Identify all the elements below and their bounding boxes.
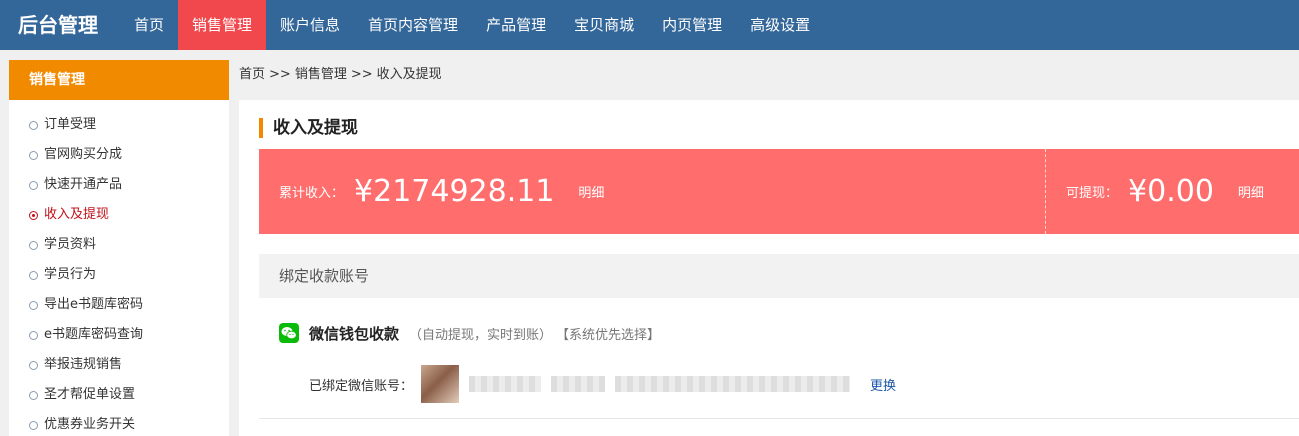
sidebar-item-label: 举报违规销售 bbox=[44, 357, 123, 372]
radio-dot-icon bbox=[29, 180, 38, 190]
sidebar-item-label: 导出e书题库密码 bbox=[44, 297, 143, 312]
bind-account-header: 绑定收款账号 bbox=[259, 254, 1299, 298]
breadcrumb-separator: >> bbox=[269, 67, 291, 82]
sidebar-item-label: 快速开通产品 bbox=[44, 177, 123, 192]
radio-dot-selected-icon bbox=[29, 210, 38, 220]
blurred-account-name bbox=[469, 376, 542, 392]
sidebar-item-label: e书题库密码查询 bbox=[44, 327, 143, 342]
sidebar-item-export-passwords[interactable]: 导出e书题库密码 bbox=[9, 290, 229, 320]
sidebar: 销售管理 订单受理 官网购买分成 快速开通产品 收入及提现 学员资料 学员行为 … bbox=[9, 60, 229, 436]
withdrawable-label: 可提现： bbox=[1066, 186, 1119, 201]
radio-dot-icon bbox=[29, 120, 38, 130]
radio-dot-icon bbox=[29, 420, 38, 430]
section-divider bbox=[259, 418, 1299, 419]
sidebar-item-promo-settings[interactable]: 圣才帮促单设置 bbox=[9, 380, 229, 410]
nav-item-home-content[interactable]: 首页内容管理 bbox=[354, 0, 472, 50]
change-account-link[interactable]: 更换 bbox=[870, 375, 896, 394]
sidebar-item-quick-activate[interactable]: 快速开通产品 bbox=[9, 170, 229, 200]
nav-item-products[interactable]: 产品管理 bbox=[472, 0, 560, 50]
main-panel: 收入及提现 累计收入： ¥2174928.11 明细 可提现： ¥0.00 明细… bbox=[239, 100, 1299, 436]
withdrawable-detail-link[interactable]: 明细 bbox=[1238, 182, 1264, 201]
sidebar-item-coupon-switch[interactable]: 优惠券业务开关 bbox=[9, 410, 229, 436]
sidebar-item-label: 学员资料 bbox=[44, 237, 97, 252]
total-income-value: ¥2174928.11 bbox=[354, 174, 555, 209]
radio-dot-icon bbox=[29, 390, 38, 400]
nav-item-advanced[interactable]: 高级设置 bbox=[736, 0, 824, 50]
sidebar-item-label: 优惠券业务开关 bbox=[44, 417, 136, 432]
sidebar-list: 订单受理 官网购买分成 快速开通产品 收入及提现 学员资料 学员行为 导出e书题… bbox=[9, 100, 229, 436]
breadcrumb-sales[interactable]: 销售管理 bbox=[295, 67, 347, 82]
total-income-label: 累计收入： bbox=[279, 186, 345, 201]
wechat-title: 微信钱包收款 bbox=[309, 324, 400, 343]
card-divider bbox=[1045, 149, 1046, 234]
wechat-icon bbox=[279, 323, 299, 343]
radio-dot-icon bbox=[29, 330, 38, 340]
sidebar-item-password-query[interactable]: e书题库密码查询 bbox=[9, 320, 229, 350]
withdrawable-stat: 可提现： ¥0.00 明细 bbox=[1066, 149, 1264, 234]
nav-item-account[interactable]: 账户信息 bbox=[266, 0, 354, 50]
sidebar-item-label: 学员行为 bbox=[44, 267, 97, 282]
blurred-account-name bbox=[551, 376, 606, 392]
wechat-priority: 【系统优先选择】 bbox=[556, 327, 661, 343]
radio-dot-icon bbox=[29, 360, 38, 370]
top-nav-bar: 后台管理 首页 销售管理 账户信息 首页内容管理 产品管理 宝贝商城 内页管理 … bbox=[0, 0, 1299, 50]
sidebar-item-income[interactable]: 收入及提现 bbox=[9, 200, 229, 230]
main-nav: 首页 销售管理 账户信息 首页内容管理 产品管理 宝贝商城 内页管理 高级设置 bbox=[120, 0, 824, 50]
withdrawable-value: ¥0.00 bbox=[1128, 174, 1214, 209]
nav-item-home[interactable]: 首页 bbox=[120, 0, 178, 50]
bound-account-row: 已绑定微信账号： 更换 bbox=[309, 365, 896, 403]
wechat-payment-row: 微信钱包收款 （自动提现，实时到账） 【系统优先选择】 bbox=[279, 321, 660, 345]
radio-dot-icon bbox=[29, 150, 38, 160]
radio-dot-icon bbox=[29, 270, 38, 280]
breadcrumb-home[interactable]: 首页 bbox=[239, 67, 265, 82]
bound-account-label: 已绑定微信账号： bbox=[309, 378, 414, 394]
wechat-note: （自动提现，实时到账） bbox=[409, 327, 553, 343]
blurred-account-id bbox=[615, 376, 851, 392]
radio-dot-icon bbox=[29, 300, 38, 310]
brand-title: 后台管理 bbox=[18, 13, 98, 37]
breadcrumb-separator: >> bbox=[350, 67, 373, 82]
breadcrumb-current: 收入及提现 bbox=[376, 67, 442, 82]
total-income-stat: 累计收入： ¥2174928.11 明细 bbox=[279, 149, 604, 234]
avatar bbox=[421, 365, 460, 403]
page-title: 收入及提现 bbox=[259, 118, 358, 138]
sidebar-item-official-share[interactable]: 官网购买分成 bbox=[9, 140, 229, 170]
nav-item-sales[interactable]: 销售管理 bbox=[178, 0, 267, 50]
sidebar-title: 销售管理 bbox=[9, 60, 229, 100]
sidebar-item-label: 订单受理 bbox=[44, 117, 97, 132]
sidebar-item-report-violation[interactable]: 举报违规销售 bbox=[9, 350, 229, 380]
sidebar-item-label: 圣才帮促单设置 bbox=[44, 387, 136, 402]
sidebar-item-student-behavior[interactable]: 学员行为 bbox=[9, 260, 229, 290]
nav-item-inner-pages[interactable]: 内页管理 bbox=[648, 0, 736, 50]
sidebar-item-student-info[interactable]: 学员资料 bbox=[9, 230, 229, 260]
sidebar-item-orders[interactable]: 订单受理 bbox=[9, 110, 229, 140]
sidebar-item-label: 官网购买分成 bbox=[44, 147, 123, 162]
income-summary-card: 累计收入： ¥2174928.11 明细 可提现： ¥0.00 明细 bbox=[259, 149, 1299, 234]
breadcrumb: 首页 >> 销售管理 >> 收入及提现 bbox=[229, 50, 1299, 100]
nav-item-mall[interactable]: 宝贝商城 bbox=[560, 0, 648, 50]
radio-dot-icon bbox=[29, 240, 38, 250]
total-income-detail-link[interactable]: 明细 bbox=[578, 182, 604, 201]
sidebar-item-label: 收入及提现 bbox=[44, 207, 110, 222]
